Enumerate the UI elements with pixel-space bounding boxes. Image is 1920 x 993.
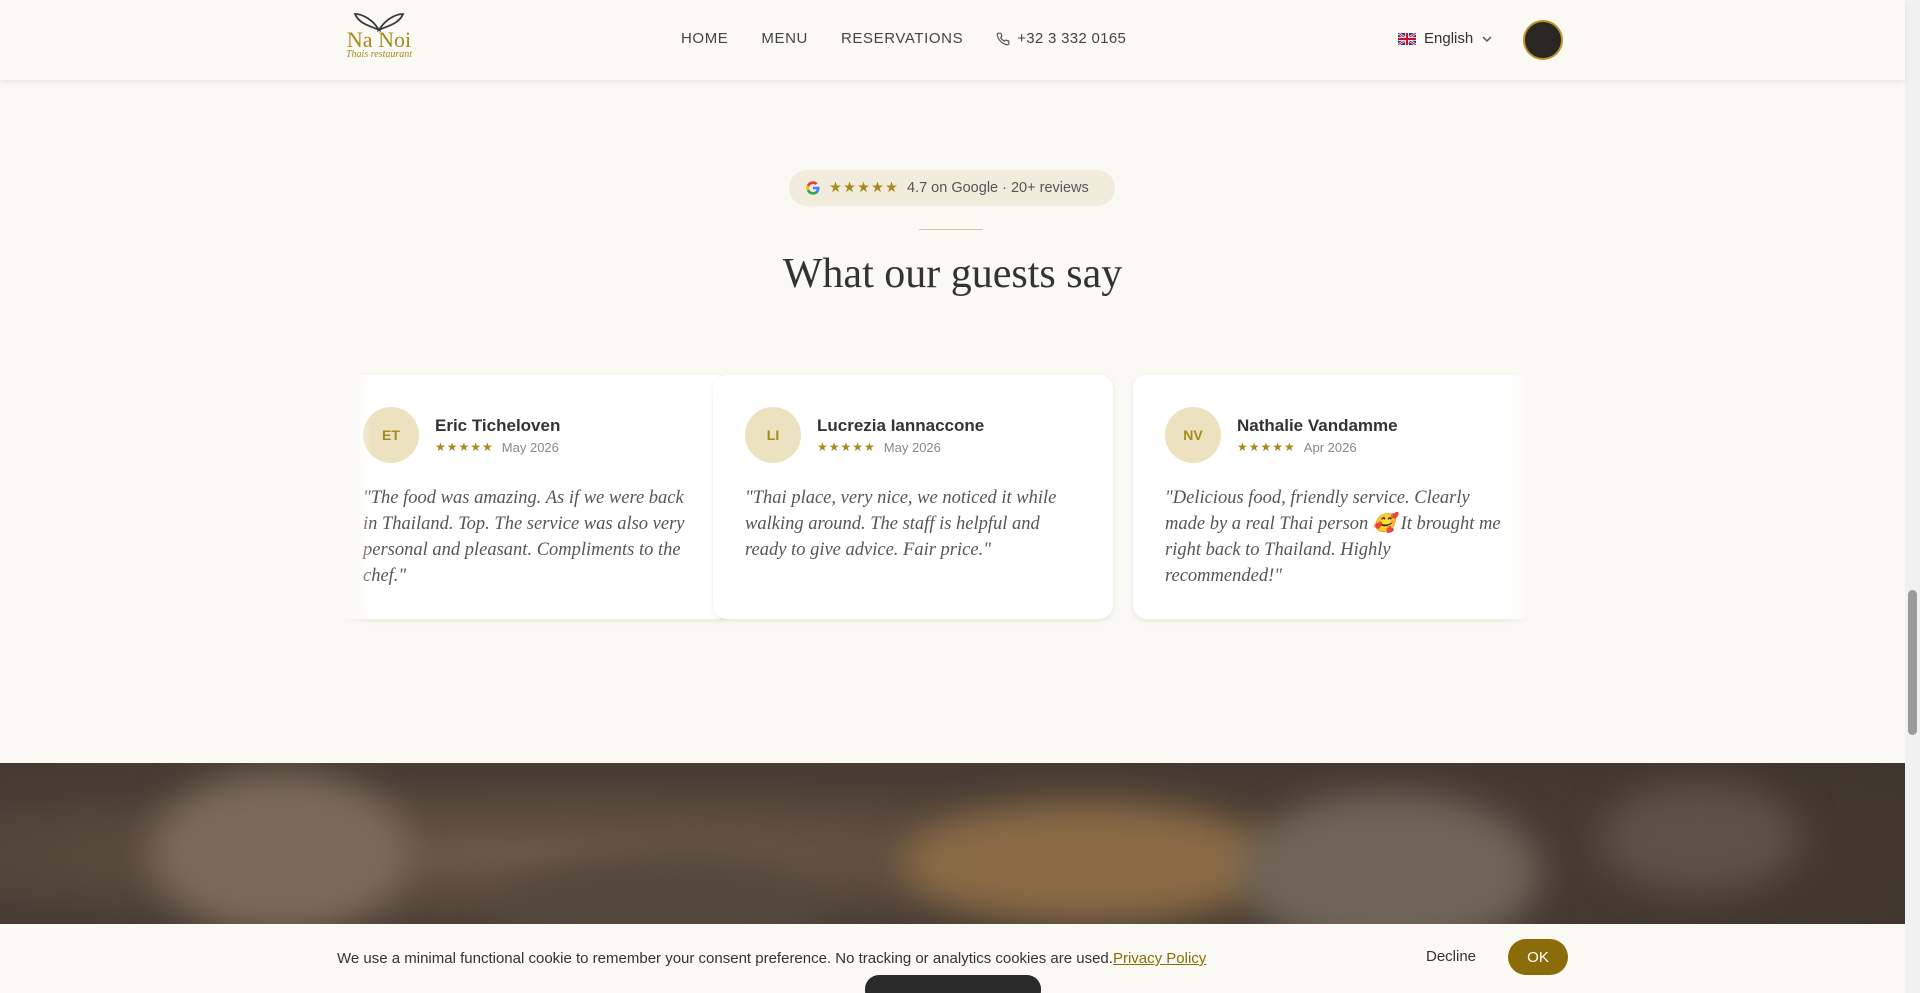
title-divider	[919, 229, 983, 230]
review-card: ET Eric Ticheloven ★★★★★ May 2026 "The f…	[343, 375, 731, 619]
review-quote: "Thai place, very nice, we noticed it wh…	[745, 488, 1057, 560]
reviewer-name: Lucrezia Iannaccone	[817, 415, 985, 435]
main-nav: HOME MENU RESERVATIONS +32 3 332 0165	[681, 30, 1126, 47]
carousel-fade-right	[1503, 370, 1533, 630]
review-stars: ★★★★★	[1237, 440, 1296, 454]
rating-text: 4.7 on Google · 20+ reviews	[907, 180, 1089, 196]
reviews-carousel[interactable]: ET Eric Ticheloven ★★★★★ May 2026 "The f…	[343, 370, 1533, 630]
nav-home[interactable]: HOME	[681, 30, 728, 47]
uk-flag-icon	[1398, 32, 1416, 45]
google-icon	[806, 181, 820, 195]
ok-button[interactable]: OK	[1508, 939, 1568, 975]
scrollbar-thumb[interactable]	[1908, 590, 1917, 735]
reviewer-initials: LI	[745, 407, 801, 463]
site-header: Na Noi Thais restaurant HOME MENU RESERV…	[0, 0, 1905, 80]
phone-icon	[996, 32, 1010, 45]
nav-reservations[interactable]: RESERVATIONS	[841, 30, 963, 47]
review-card: LI Lucrezia Iannaccone ★★★★★ May 2026 "T…	[713, 375, 1113, 619]
review-stars: ★★★★★	[435, 440, 494, 454]
chevron-down-icon	[1482, 35, 1492, 42]
language-selector[interactable]: English	[1398, 30, 1493, 47]
privacy-policy-link[interactable]: Privacy Policy	[1113, 950, 1206, 967]
reviewer-name: Eric Ticheloven	[435, 415, 561, 435]
phone-link[interactable]: +32 3 332 0165	[996, 30, 1126, 47]
google-rating-badge: ★★★★★ 4.7 on Google · 20+ reviews	[789, 170, 1115, 206]
logo-subtitle: Thais restaurant	[345, 49, 413, 60]
reviewer-name: Nathalie Vandamme	[1237, 415, 1398, 435]
decline-button[interactable]: Decline	[1426, 948, 1476, 965]
rating-stars: ★★★★★	[829, 180, 899, 196]
review-card: NV Nathalie Vandamme ★★★★★ Apr 2026 "Del…	[1133, 375, 1533, 619]
review-stars: ★★★★★	[817, 440, 876, 454]
review-quote: "The food was amazing. As if we were bac…	[363, 488, 685, 586]
review-quote: "Delicious food, friendly service. Clear…	[1165, 488, 1501, 586]
section-title: What our guests say	[782, 251, 1123, 297]
logo-name: Na Noi	[346, 27, 412, 52]
review-date: May 2026	[501, 439, 559, 455]
account-avatar-button[interactable]	[1523, 20, 1563, 60]
nav-menu[interactable]: MENU	[761, 30, 808, 47]
phone-number: +32 3 332 0165	[1017, 30, 1127, 47]
cookie-text: We use a minimal functional cookie to re…	[337, 950, 1113, 967]
reviewer-initials: NV	[1165, 407, 1221, 463]
review-date: May 2026	[883, 439, 941, 455]
language-label: English	[1424, 30, 1474, 47]
floating-toolbar[interactable]	[865, 975, 1041, 993]
logo[interactable]: Na Noi Thais restaurant	[343, 12, 415, 68]
review-date: Apr 2026	[1303, 439, 1357, 455]
page-scrollbar[interactable]	[1905, 0, 1920, 993]
carousel-fade-left	[343, 370, 373, 630]
